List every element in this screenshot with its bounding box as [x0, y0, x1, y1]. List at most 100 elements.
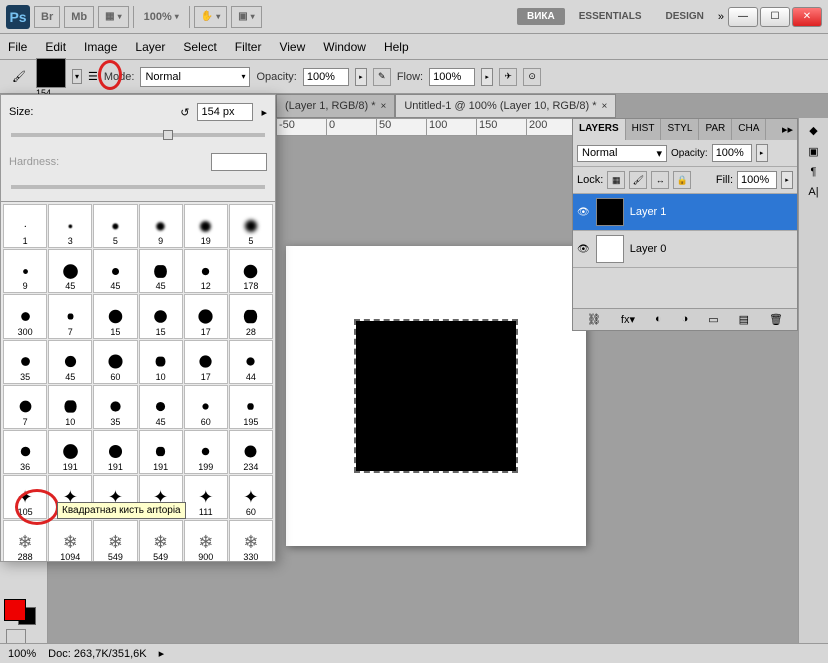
layer-group-icon[interactable]: ▭	[708, 313, 718, 326]
brush-preset-item[interactable]: 12	[184, 249, 228, 293]
more-workspaces-icon[interactable]: »	[718, 11, 724, 23]
layer-style-icon[interactable]: fx▾	[621, 313, 635, 326]
brush-size-slider[interactable]	[11, 133, 265, 137]
brush-preset-item[interactable]: 5	[229, 204, 273, 248]
dock-icon[interactable]: ◆	[809, 124, 817, 137]
brush-preset-item[interactable]: 45	[48, 249, 92, 293]
brush-preset-item[interactable]: 288	[3, 520, 47, 561]
layer-opacity-input[interactable]: 100%	[712, 144, 752, 162]
layer-thumbnail[interactable]	[596, 235, 624, 263]
minimize-button[interactable]: —	[728, 7, 758, 27]
panel-tab[interactable]: PAR	[699, 119, 732, 140]
workspace-tab-active[interactable]: ВИКА	[517, 8, 565, 25]
panel-tab[interactable]: HIST	[626, 119, 662, 140]
workspace-tab-essentials[interactable]: ESSENTIALS	[569, 8, 652, 25]
document-tab-2[interactable]: Untitled-1 @ 100% (Layer 10, RGB/8) *×	[395, 94, 616, 118]
layer-mask-icon[interactable]: ◐	[655, 313, 662, 326]
document-canvas[interactable]	[286, 246, 586, 546]
brush-preset-item[interactable]: 35	[93, 385, 137, 429]
status-zoom[interactable]: 100%	[8, 648, 36, 660]
panel-flyout-icon[interactable]: ▸▸	[778, 119, 797, 140]
brush-preset-item[interactable]: 35	[3, 340, 47, 384]
brush-preset-item[interactable]: 7	[48, 294, 92, 338]
brush-preset-item[interactable]: 45	[139, 385, 183, 429]
lock-all-icon[interactable]: 🔒	[673, 171, 691, 189]
bridge-button[interactable]: Br	[34, 6, 60, 28]
brush-preset-item[interactable]: 10	[48, 385, 92, 429]
brush-preset-item[interactable]: 330	[229, 520, 273, 561]
brush-preset-item[interactable]: 15	[93, 294, 137, 338]
brush-tool-icon[interactable]: 🖌	[8, 66, 30, 88]
brush-preset-item[interactable]: 900	[184, 520, 228, 561]
layer-blend-mode-select[interactable]: Normal▾	[577, 145, 667, 162]
airbrush-icon[interactable]: ✈	[499, 68, 517, 86]
brush-preset-item[interactable]: 191	[48, 430, 92, 474]
panel-tab[interactable]: CHA	[732, 119, 766, 140]
brush-preset-item[interactable]: 199	[184, 430, 228, 474]
flow-input[interactable]: 100%	[429, 68, 475, 86]
brush-preset-item[interactable]: 60	[93, 340, 137, 384]
hand-tool-button[interactable]: ✋▾	[194, 6, 227, 28]
close-icon[interactable]: ×	[601, 101, 607, 112]
blend-mode-select[interactable]: Normal▾	[140, 67, 250, 87]
delete-layer-icon[interactable]: 🗑	[769, 313, 783, 326]
fill-dropdown-icon[interactable]: ▸	[781, 171, 793, 189]
zoom-level[interactable]: 100%▾	[138, 6, 185, 28]
brush-preset-item[interactable]: 191	[139, 430, 183, 474]
document-tab-1[interactable]: (Layer 1, RGB/8) *×	[276, 94, 395, 118]
brush-preset-item[interactable]: 105	[3, 475, 47, 519]
menu-layer[interactable]: Layer	[135, 40, 165, 54]
menu-edit[interactable]: Edit	[45, 40, 66, 54]
close-icon[interactable]: ×	[380, 101, 386, 112]
status-doc-size[interactable]: Doc: 263,7K/351,6K	[48, 648, 146, 660]
opacity-input[interactable]: 100%	[303, 68, 349, 86]
brush-preset-item[interactable]: 1094	[48, 520, 92, 561]
tablet-opacity-icon[interactable]: ✎	[373, 68, 391, 86]
brush-preset-item[interactable]: 3	[48, 204, 92, 248]
brush-preset-item[interactable]: 234	[229, 430, 273, 474]
hardness-slider[interactable]	[11, 185, 265, 189]
lock-pixels-icon[interactable]: 🖌	[629, 171, 647, 189]
brush-preset-preview[interactable]	[36, 58, 66, 88]
brush-preset-item[interactable]: 45	[139, 249, 183, 293]
brush-preset-item[interactable]: 60	[229, 475, 273, 519]
workspace-tab-design[interactable]: DESIGN	[656, 8, 714, 25]
brush-preset-item[interactable]: 17	[184, 340, 228, 384]
flow-dropdown-icon[interactable]: ▸	[481, 68, 493, 86]
panel-tab[interactable]: LAYERS	[573, 119, 626, 140]
menu-image[interactable]: Image	[84, 40, 117, 54]
brush-preset-item[interactable]: 111	[184, 475, 228, 519]
brush-preset-item[interactable]: 7	[3, 385, 47, 429]
fill-input[interactable]: 100%	[737, 171, 777, 189]
brush-preset-item[interactable]: 195	[229, 385, 273, 429]
brush-preset-item[interactable]: 1	[3, 204, 47, 248]
menu-file[interactable]: File	[8, 40, 27, 54]
brush-preset-item[interactable]: 549	[139, 520, 183, 561]
menu-help[interactable]: Help	[384, 40, 409, 54]
brush-preset-item[interactable]: 300	[3, 294, 47, 338]
view-arrange-button[interactable]: ▦▾	[98, 6, 128, 28]
brush-preset-item[interactable]: 45	[93, 249, 137, 293]
close-button[interactable]: ✕	[792, 7, 822, 27]
layer-row[interactable]: Layer 1	[573, 194, 797, 231]
brush-preset-item[interactable]: 191	[93, 430, 137, 474]
brush-preset-item[interactable]: 5	[93, 204, 137, 248]
brush-preset-item[interactable]: 44	[229, 340, 273, 384]
character-icon[interactable]: A|	[808, 186, 818, 198]
menu-filter[interactable]: Filter	[235, 40, 262, 54]
brush-preset-item[interactable]: 15	[139, 294, 183, 338]
brush-preset-dropdown-icon[interactable]: ▾	[72, 69, 82, 84]
brush-preset-item[interactable]: 17	[184, 294, 228, 338]
paragraph-icon[interactable]: ¶	[811, 166, 817, 178]
mini-bridge-button[interactable]: Mb	[64, 6, 94, 28]
visibility-icon[interactable]	[577, 206, 590, 218]
status-dropdown-icon[interactable]: ▸	[159, 647, 165, 660]
brush-preset-item[interactable]: 9	[3, 249, 47, 293]
new-layer-icon[interactable]: ▤	[739, 313, 749, 326]
brush-preset-item[interactable]: 36	[3, 430, 47, 474]
layer-row[interactable]: Layer 0	[573, 231, 797, 268]
brush-preset-item[interactable]: 178	[229, 249, 273, 293]
opacity-dropdown-icon[interactable]: ▸	[355, 68, 367, 86]
tablet-size-icon[interactable]: ⊙	[523, 68, 541, 86]
link-layers-icon[interactable]: ⛓	[587, 313, 601, 326]
